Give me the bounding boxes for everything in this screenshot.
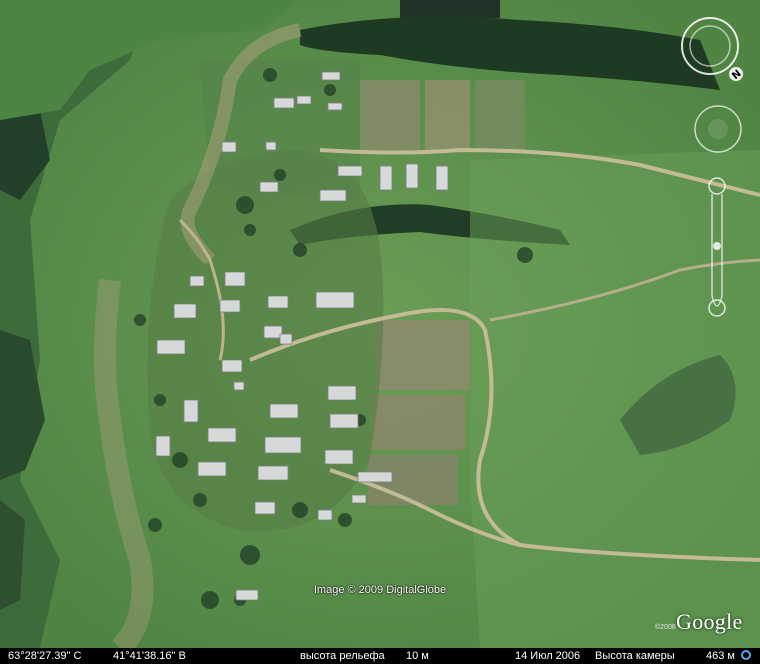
satellite-map[interactable] <box>0 0 760 648</box>
field-plot <box>425 80 470 150</box>
zoom-in-icon[interactable] <box>708 177 726 195</box>
compass-control[interactable]: N <box>680 16 744 86</box>
zoom-thumb[interactable] <box>713 242 721 250</box>
elevation-label: высота рельефа <box>300 650 385 662</box>
forest-patch <box>400 0 500 18</box>
camera-altitude-value: 463 м <box>706 650 735 662</box>
elevation-value: 10 м <box>406 650 429 662</box>
camera-altitude-label: Высота камеры <box>595 650 675 662</box>
longitude-readout: 41°41'38.16" В <box>113 650 186 662</box>
look-joystick-icon[interactable] <box>693 104 743 154</box>
field-plot <box>375 320 470 390</box>
latitude-readout: 63°28'27.39" С <box>8 650 82 662</box>
zoom-slider-icon[interactable] <box>704 176 730 322</box>
zoom-out-icon[interactable] <box>708 299 726 317</box>
streaming-indicator-icon <box>741 650 751 660</box>
imagery-date: 14 Июл 2006 <box>515 650 581 662</box>
compass-ring-icon[interactable]: N <box>680 16 744 86</box>
status-bar: 63°28'27.39" С 41°41'38.16" В высота рел… <box>0 648 760 664</box>
google-logo: Google <box>676 609 743 634</box>
field-plot <box>475 80 525 150</box>
brand-copyright: ©2008 <box>655 624 676 631</box>
imagery-attribution: Image © 2009 DigitalGlobe <box>313 584 447 596</box>
field-plot <box>360 80 420 150</box>
zoom-slider[interactable] <box>704 176 730 322</box>
field-plot <box>370 395 465 450</box>
look-control[interactable] <box>693 104 743 154</box>
satellite-imagery[interactable] <box>0 0 760 648</box>
map-viewport[interactable]: N Image © 2009 DigitalGlobe ©2008 Google… <box>0 0 760 664</box>
